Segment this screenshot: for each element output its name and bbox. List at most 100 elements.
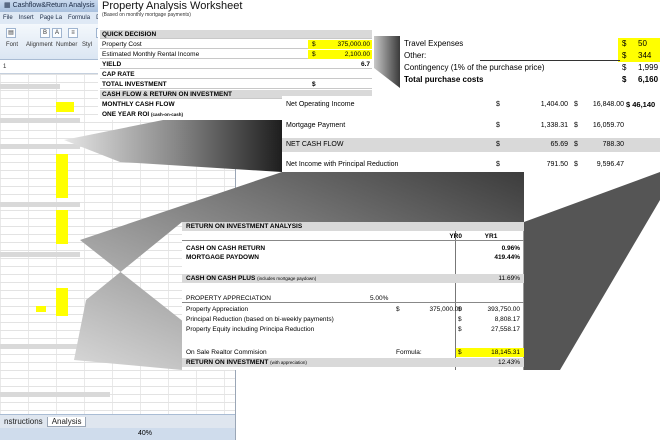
dollar-sign: $ [312,41,316,48]
row-mortgage-paydown: MORTGAGE PAYDOWN 419.44% [182,253,524,262]
row-label: On Sale Realtor Commision [186,349,267,356]
other-value[interactable]: 344 [638,50,651,62]
row-label: Estimated Monthly Rental Income [102,51,200,58]
row-label: CASH FLOW & RETURN ON INVESTMENT [102,91,232,98]
row-quick-decision: QUICK DECISION [100,30,372,39]
annual-value: 9,596.47 [596,161,624,168]
ribbon-tab[interactable]: File [0,12,16,24]
row-label: QUICK DECISION [102,31,157,38]
row-travel-expenses[interactable]: Travel Expenses $ 50 [400,38,660,50]
mini-header [0,392,110,397]
bold-icon[interactable]: B [40,28,50,38]
row-property-appreciation: Property Appreciation $ 375,000.00 $ 393… [182,305,524,314]
row-label: Net Operating Income [286,101,355,108]
row-label: MORTGAGE PAYDOWN [186,254,259,261]
other-underline [480,60,620,61]
ribbon-group-alignment: Alignment [26,42,53,48]
cash-plus-yr1: 11.69% [498,275,520,282]
worksheet-title: Property Analysis Worksheet [102,0,243,12]
excel-app-icon: ▦ [4,2,13,9]
font-color-icon[interactable]: A [52,28,62,38]
roi-total-yr1: 12.43% [497,359,520,366]
mini-header [0,84,60,89]
ribbon-group-number: Number [56,42,78,48]
mini-highlight [56,210,68,244]
mini-highlight [56,102,74,112]
equity-yr1: 27,558.17 [491,326,520,333]
principal-reduction-yr1: 8,808.17 [494,316,520,323]
mini-header [0,252,80,257]
row-label: Travel Expenses [404,39,464,48]
row-monthly-rental-income[interactable]: Estimated Monthly Rental Income $ 2,100.… [100,50,372,59]
ribbon-group-styles: Styl [82,42,93,48]
paste-icon[interactable]: ▤ [6,28,16,38]
dollar-sign: $ [622,39,627,48]
zoom-level[interactable]: 40% [138,428,152,440]
row-property-equity: Property Equity including Principa Reduc… [182,325,524,334]
extra-value: $ 46,140 [626,100,656,109]
row-cash-on-cash: CASH ON CASH RETURN 0.96% [182,244,524,253]
row-label: RETURN ON INVESTMENT (with appreciation) [186,359,307,366]
sheet-tab-instructions[interactable]: nstructions [0,417,47,426]
row-other[interactable]: Other: $ 344 [400,50,660,62]
dollar-sign: $ [622,51,627,60]
monthly-value: 1,404.00 [540,101,568,108]
align-icon[interactable]: ≡ [68,28,78,38]
mini-header [0,344,110,349]
monthly-value: 1,338.31 [540,122,568,129]
row-yield: YIELD 6.7 [100,60,372,69]
row-label: Total purchase costs [404,75,484,84]
row-property-cost[interactable]: Property Cost $ 375,000.00 [100,40,372,49]
row-label: Net Income with Principal Reduction [286,161,399,168]
row-cap-rate: CAP RATE [100,70,372,79]
yield-value: 6.7 [360,61,370,68]
mini-header [0,118,80,123]
annual-value: 16,848.00 [592,101,624,108]
mini-highlight [56,288,68,316]
sheet-tab-analysis[interactable]: Analysis [46,417,87,427]
row-label: Mortgage Payment [286,122,346,129]
total-purchase-costs-value: 6,160 [638,75,659,84]
cash-plus-note: (includes mortgage paydown) [257,276,317,281]
dollar-sign: $ [496,122,500,129]
dollar-sign: $ [496,141,500,148]
ribbon-tab[interactable]: Page La [37,12,65,24]
mini-header [0,202,80,207]
ribbon-tab[interactable]: Formula [65,12,93,24]
row-net-income-principal: Net Income with Principal Reduction $ 79… [282,158,660,172]
row-cash-on-cash-plus: CASH ON CASH PLUS (includes mortgage pay… [182,274,524,283]
row-label: PROPERTY APPRECIATION [186,295,271,302]
row-label: Other: [404,51,427,60]
appreciation-rate[interactable]: 5.00% [370,294,388,303]
dollar-sign: $ [312,51,316,58]
monthly-value: 791.50 [546,161,568,168]
contingency-value: 1,999 [638,63,659,72]
property-cost-value[interactable]: 375,000.00 [337,40,370,49]
monthly-value: 65.69 [550,141,568,148]
travel-expenses-value[interactable]: 50 [638,38,647,50]
row-total-purchase-costs: Total purchase costs $ 6,160 [400,74,660,86]
roi-title-row: RETURN ON INVESTMENT ANALYSIS [182,222,524,231]
sheet-tabs: nstructions Analysis [0,414,235,428]
row-label: TOTAL INVESTMENT [102,81,167,88]
row-label: Property Equity including Principa Reduc… [186,326,315,333]
row-label: Property Appreciation [186,306,249,313]
annual-value: 16,059.70 [592,122,624,129]
mini-highlight [56,154,68,198]
cash-on-cash-yr1: 0.96% [501,245,520,252]
row-return-on-investment: RETURN ON INVESTMENT (with appreciation)… [182,358,524,367]
dollar-sign: $ [496,101,500,108]
realtor-commission-yr1[interactable]: 18,145.31 [462,348,520,357]
rental-income-value[interactable]: 2,100.00 [345,50,370,59]
annual-value: 788.30 [602,141,624,148]
row-principal-reduction: Principal Reduction (based on bi-weekly … [182,315,524,324]
ribbon-tab[interactable]: Insert [16,12,37,24]
purchase-costs-panel: Travel Expenses $ 50 Other: $ 344 Contin… [400,36,660,88]
status-bar: 40% [0,428,235,440]
roi-title: RETURN ON INVESTMENT ANALYSIS [186,223,303,230]
row-label: NET CASH FLOW [286,141,344,148]
mini-highlight [36,306,46,312]
row-net-operating-income: Net Operating Income $ 1,404.00 $ 16,848… [282,98,660,112]
row-label: YIELD [102,61,122,68]
row-label: CASH ON CASH PLUS (includes mortgage pay… [186,275,317,282]
